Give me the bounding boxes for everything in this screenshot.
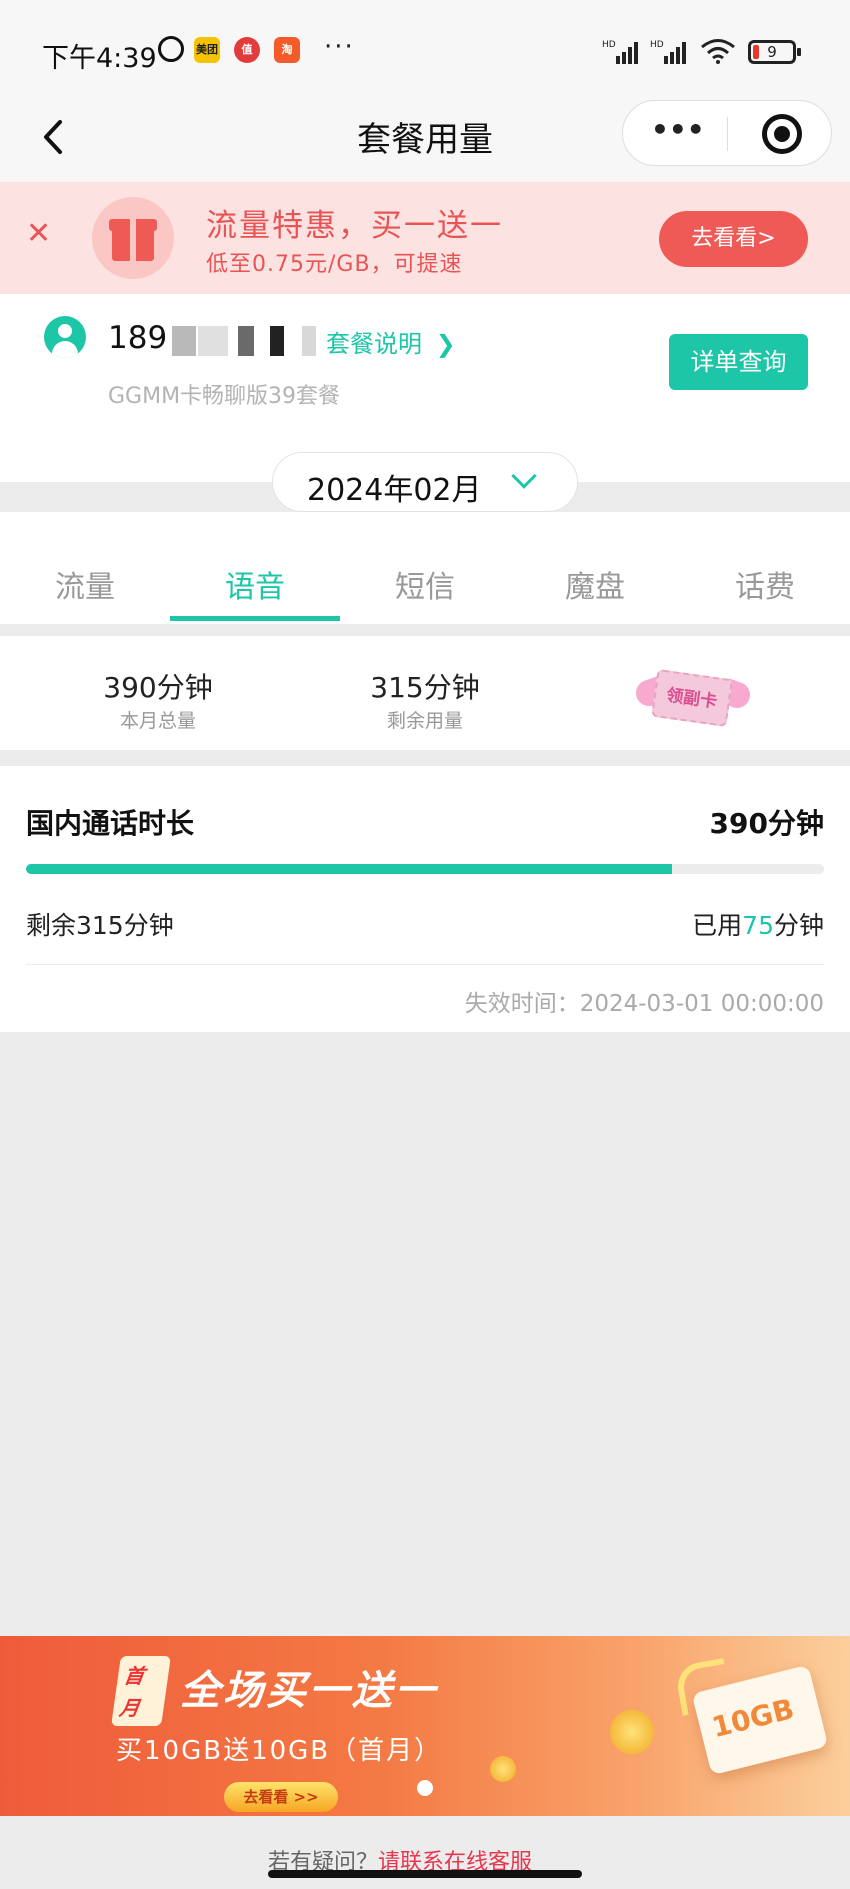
battery-icon: 9	[748, 40, 801, 64]
first-month-badge: 首 月	[111, 1656, 171, 1726]
total-minutes-value: 390分钟	[103, 671, 213, 704]
data-card-text: 10GB	[708, 1692, 798, 1745]
month-selector[interactable]: 2024年02月	[272, 452, 578, 512]
call-duration-total: 390分钟	[709, 807, 824, 840]
hd-label: HD	[650, 40, 664, 50]
used-text: 已用75分钟	[692, 906, 824, 942]
ad-banner[interactable]: 首 月 全场买一送一 买10GB送10GB（首月） 去看看 >> 10GB	[0, 1636, 850, 1816]
total-minutes-label: 本月总量	[119, 710, 196, 732]
signal-2-icon: HD	[650, 40, 686, 64]
promo-go-button[interactable]: 去看看>	[659, 211, 808, 267]
phone-mask	[172, 326, 196, 356]
chevron-right-icon: ❯	[435, 330, 456, 358]
meituan-app-icon: 美团	[194, 37, 220, 63]
promo-banner: ✕ 流量特惠，买一送一 低至0.75元/GB，可提速 去看看>	[0, 182, 850, 294]
footer: 若有疑问？请联系在线客服	[0, 1816, 850, 1889]
coin-icon	[610, 1710, 654, 1754]
badge-top-text: 首	[122, 1664, 146, 1688]
plan-name: GGMM卡畅聊版39套餐	[108, 384, 341, 409]
badge-bottom-text: 月	[117, 1696, 142, 1720]
remaining-text: 剩余315分钟	[26, 911, 174, 940]
promo-title: 流量特惠，买一送一	[206, 208, 503, 244]
phone-mask	[238, 326, 254, 356]
zhi-app-icon: 值	[234, 37, 260, 63]
tab-bill[interactable]: 话费	[680, 562, 850, 606]
call-duration-card: 国内通话时长 390分钟 剩余315分钟 已用75分钟 失效时间：2024-03…	[0, 766, 850, 1032]
carousel-indicator	[417, 1780, 433, 1796]
month-label: 2024年02月	[307, 473, 482, 508]
tab-voice[interactable]: 语音	[170, 562, 340, 606]
remaining-minutes-value: 315分钟	[370, 671, 480, 704]
phone-mask	[270, 326, 284, 356]
wifi-icon	[701, 39, 735, 64]
tab-sms[interactable]: 短信	[340, 562, 510, 606]
used-suffix: 分钟	[773, 911, 824, 940]
close-miniprogram-icon[interactable]	[762, 114, 802, 154]
plan-description-label: 套餐说明	[326, 330, 422, 358]
status-time: 下午4:39	[42, 43, 157, 74]
more-menu-button[interactable]: •••	[651, 116, 705, 144]
capsule-divider	[727, 117, 728, 151]
usage-progress-bar	[26, 864, 824, 874]
more-notifications-icon: ···	[324, 32, 355, 62]
phone-number: 189	[108, 320, 168, 356]
status-bar: 下午4:39 美团 值 淘 ··· HD HD 9	[0, 0, 850, 100]
secondary-card-promo[interactable]: 领副卡	[632, 668, 754, 730]
ad-headline: 全场买一送一	[180, 1668, 438, 1714]
alarm-icon	[158, 36, 184, 62]
used-number: 75	[742, 911, 774, 940]
call-duration-title: 国内通话时长	[26, 807, 195, 840]
phone-mask	[302, 326, 316, 356]
nav-bar: 套餐用量 •••	[0, 100, 850, 182]
used-prefix: 已用	[692, 911, 743, 940]
usage-progress-fill	[26, 864, 673, 874]
plan-description-link[interactable]: 套餐说明 ❯	[326, 324, 456, 359]
home-indicator	[268, 1870, 582, 1878]
gift-icon	[92, 197, 174, 279]
chevron-down-icon	[511, 463, 537, 489]
tab-cloud-disk[interactable]: 魔盘	[510, 562, 680, 606]
miniprogram-capsule: •••	[622, 100, 832, 166]
hd-label: HD	[602, 40, 616, 50]
phone-mask	[198, 326, 228, 356]
expire-time: 失效时间：2024-03-01 00:00:00	[464, 991, 824, 1017]
tab-data[interactable]: 流量	[0, 562, 170, 606]
voice-summary: 390分钟 本月总量 315分钟 剩余用量 领副卡	[0, 636, 850, 750]
taobao-app-icon: 淘	[274, 37, 300, 63]
usage-tabs: 流量 语音 短信 魔盘 话费	[0, 512, 850, 624]
ad-go-button[interactable]: 去看看 >>	[224, 1782, 338, 1812]
close-icon[interactable]: ✕	[26, 216, 51, 251]
coin-icon	[490, 1756, 516, 1782]
active-tab-indicator	[170, 616, 340, 621]
remaining-minutes-label: 剩余用量	[386, 710, 463, 732]
ad-subline: 买10GB送10GB（首月）	[116, 1736, 443, 1766]
avatar	[44, 316, 86, 358]
signal-1-icon: HD	[602, 40, 638, 64]
detail-query-button[interactable]: 详单查询	[669, 334, 808, 390]
divider	[26, 964, 824, 965]
promo-subtitle: 低至0.75元/GB，可提速	[206, 252, 463, 277]
